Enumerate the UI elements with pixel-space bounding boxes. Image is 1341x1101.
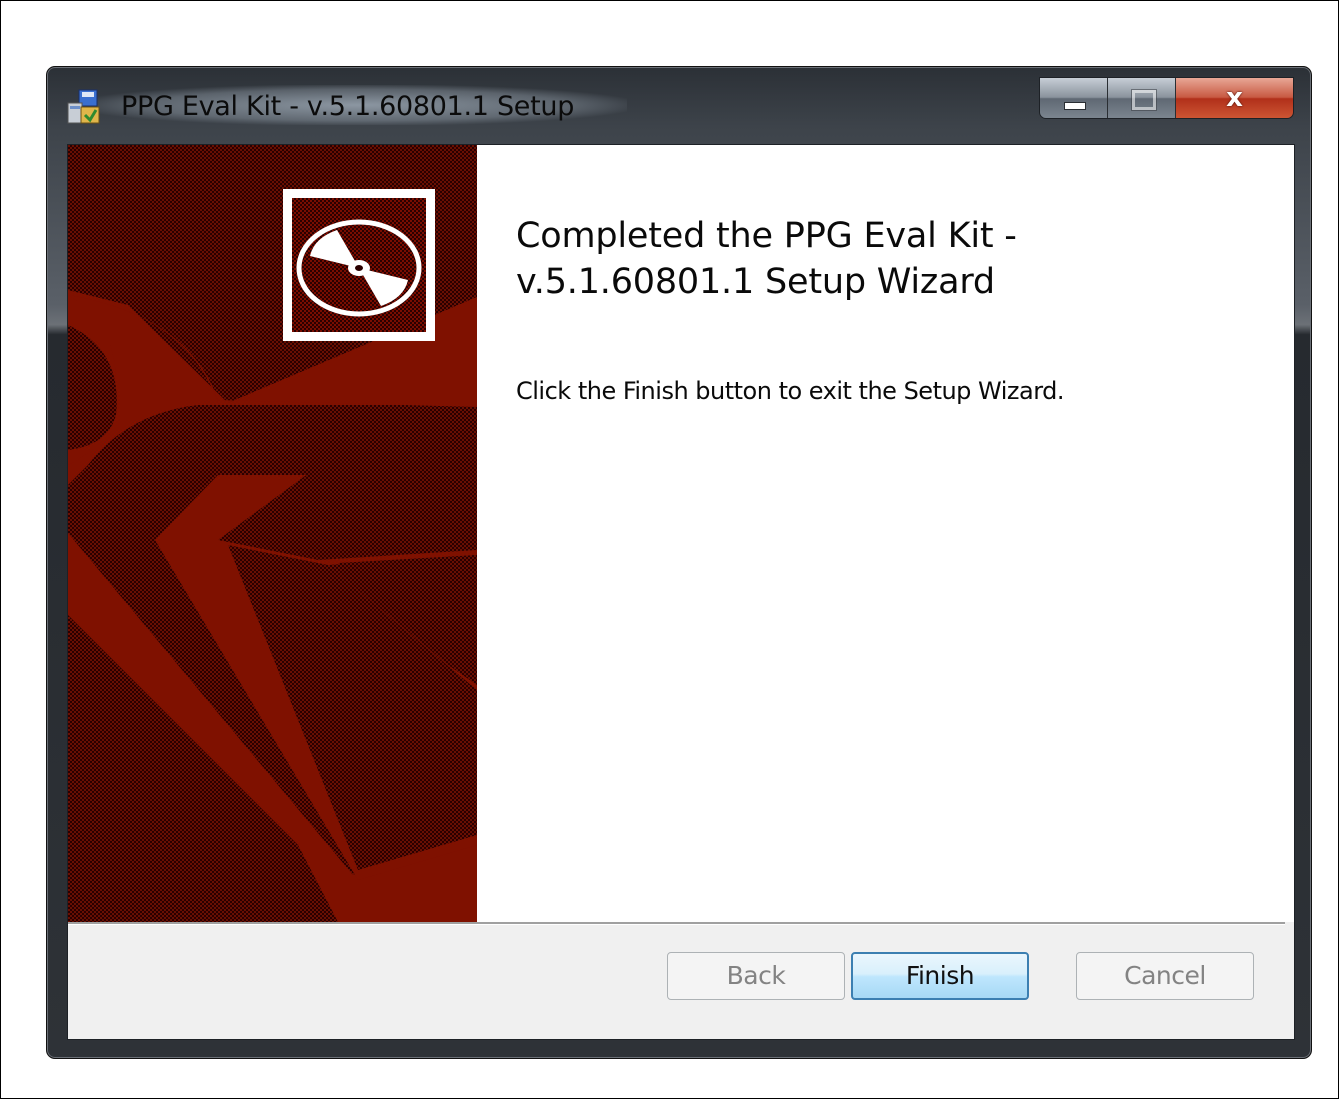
setup-window: PPG Eval Kit - v.5.1.60801.1 Setup x Com…	[46, 66, 1312, 1059]
title-bar[interactable]: PPG Eval Kit - v.5.1.60801.1 Setup x	[47, 67, 1311, 143]
back-button[interactable]: Back	[667, 952, 845, 1000]
page-title-line1: Completed the PPG Eval Kit -	[516, 216, 1017, 256]
minimize-button[interactable]	[1040, 78, 1108, 118]
close-icon: x	[1226, 83, 1243, 113]
page-title: Completed the PPG Eval Kit - v.5.1.60801…	[516, 213, 1216, 305]
installer-icon[interactable]	[67, 89, 101, 125]
maximize-icon	[1132, 90, 1156, 110]
button-bar: Back Finish Cancel	[68, 925, 1294, 1039]
wizard-description: Click the Finish button to exit the Setu…	[516, 377, 1065, 405]
cancel-button[interactable]: Cancel	[1076, 952, 1254, 1000]
finish-button[interactable]: Finish	[851, 952, 1029, 1000]
window-controls: x	[1039, 77, 1294, 119]
page-title-line2: v.5.1.60801.1 Setup Wizard	[516, 262, 995, 302]
maximize-button[interactable]	[1108, 78, 1176, 118]
wizard-client-area: Completed the PPG Eval Kit - v.5.1.60801…	[67, 144, 1295, 1040]
window-title: PPG Eval Kit - v.5.1.60801.1 Setup	[121, 91, 575, 122]
close-button[interactable]: x	[1176, 78, 1293, 118]
minimize-icon	[1064, 102, 1086, 110]
wizard-content: Completed the PPG Eval Kit - v.5.1.60801…	[477, 145, 1294, 922]
cd-disc-icon	[283, 189, 435, 341]
wizard-banner	[68, 145, 477, 922]
